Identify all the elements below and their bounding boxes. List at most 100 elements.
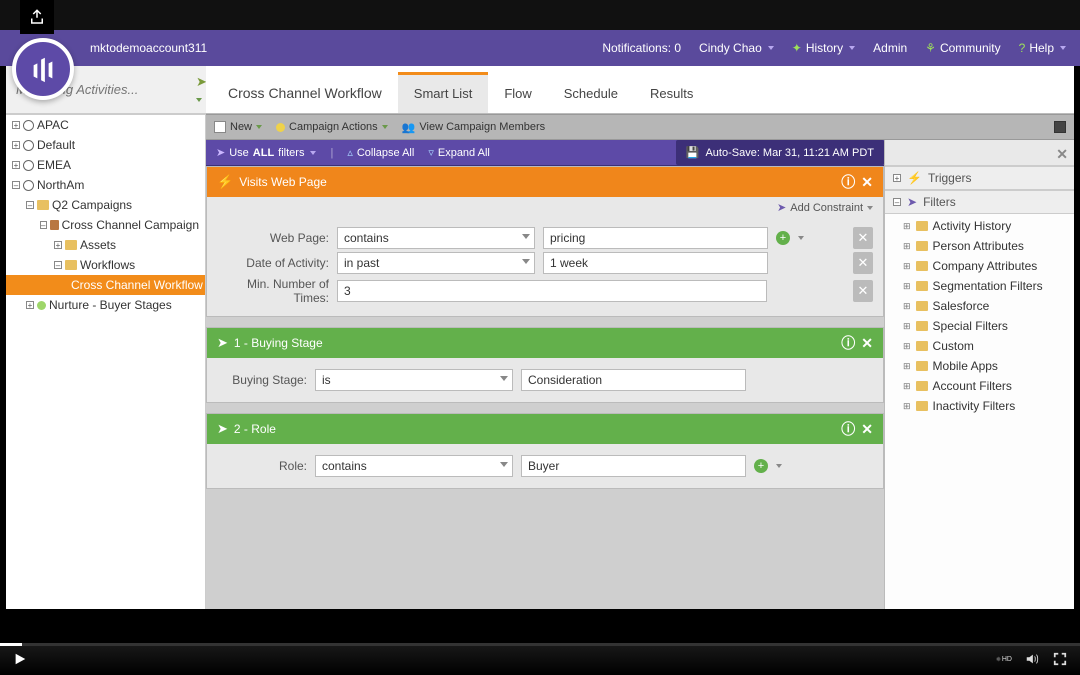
tree-node-apac[interactable]: +APAC	[6, 115, 205, 135]
remove-button[interactable]: ✕	[853, 280, 873, 302]
row-min: Min. Number of Times: 3 ✕	[217, 277, 873, 305]
value-input[interactable]: Consideration	[521, 369, 746, 391]
tree-node-northam[interactable]: –NorthAm	[6, 175, 205, 195]
community-link[interactable]: ⚘Community	[925, 41, 1000, 55]
screen: mktodemoaccount311 Notifications: 0 Cind…	[0, 0, 1080, 675]
operator-select[interactable]: contains	[315, 455, 513, 477]
progress-bar[interactable]	[0, 643, 1080, 646]
value-input[interactable]: Buyer	[521, 455, 746, 477]
tree-node-ccw[interactable]: Cross Channel Workflow	[6, 275, 205, 295]
operator-select[interactable]: in past	[337, 252, 535, 274]
filters-header[interactable]: –➤Filters	[885, 190, 1074, 214]
volume-button[interactable]	[1024, 651, 1040, 667]
expand-all-button[interactable]: ▿Expand All	[428, 146, 490, 159]
tree-node-assets[interactable]: +Assets	[6, 235, 205, 255]
add-constraint-button[interactable]: ➤Add Constraint	[777, 201, 873, 214]
card-header[interactable]: ➤ 1 - Buying Stage ⓘ ✕	[207, 328, 883, 358]
collapse-all-button[interactable]: ▵Collapse All	[347, 146, 414, 159]
tab-schedule[interactable]: Schedule	[548, 72, 634, 113]
user-menu[interactable]: Cindy Chao	[699, 41, 774, 55]
autosave-status: 💾Auto-Save: Mar 31, 11:21 AM PDT	[676, 140, 884, 165]
chevron-down-icon	[776, 464, 782, 468]
chevron-down-icon	[500, 462, 508, 467]
tab-smartlist[interactable]: Smart List	[398, 72, 489, 113]
new-button[interactable]: New	[214, 121, 262, 133]
folder-icon	[916, 341, 928, 351]
help-menu[interactable]: ?Help	[1019, 41, 1066, 55]
history-menu[interactable]: ✦History	[792, 41, 855, 55]
close-button[interactable]: ✕	[861, 174, 873, 191]
notifications[interactable]: Notifications: 0	[602, 41, 681, 55]
rp-item[interactable]: ⊞Company Attributes	[885, 256, 1074, 276]
rp-item[interactable]: ⊞Segmentation Filters	[885, 276, 1074, 296]
operator-select[interactable]: is	[315, 369, 513, 391]
bulb-icon	[276, 123, 285, 132]
label: Buying Stage:	[217, 373, 307, 387]
info-button[interactable]: ⓘ	[841, 419, 855, 439]
campaign-actions-button[interactable]: Campaign Actions	[276, 121, 388, 133]
video-topbar	[0, 0, 1080, 30]
card-header[interactable]: ➤ 2 - Role ⓘ ✕	[207, 414, 883, 444]
fullscreen-button[interactable]	[1052, 651, 1068, 667]
value-input[interactable]: pricing	[543, 227, 768, 249]
folder-icon	[37, 200, 49, 210]
volume-icon	[1025, 652, 1039, 666]
top-header: mktodemoaccount311 Notifications: 0 Cind…	[0, 30, 1080, 66]
folder-icon	[65, 240, 77, 250]
folder-icon	[916, 401, 928, 411]
play-button[interactable]	[12, 651, 28, 667]
tree-node-ccc[interactable]: –Cross Channel Campaign	[6, 215, 205, 235]
card-visits-web-page: ⚡ Visits Web Page ⓘ ✕ ➤Add Constraint	[206, 166, 884, 317]
add-button[interactable]: +	[754, 459, 768, 473]
rp-item[interactable]: ⊞Salesforce	[885, 296, 1074, 316]
close-button[interactable]: ✕	[861, 421, 873, 438]
rp-item[interactable]: ⊞Account Filters	[885, 376, 1074, 396]
admin-link[interactable]: Admin	[873, 41, 907, 55]
tree-node-default[interactable]: +Default	[6, 135, 205, 155]
value-input[interactable]: 3	[337, 280, 767, 302]
close-panel-button[interactable]: ✕	[1056, 146, 1068, 163]
rp-item[interactable]: ⊞Activity History	[885, 216, 1074, 236]
logo-icon	[28, 54, 58, 84]
rp-item[interactable]: ⊞Person Attributes	[885, 236, 1074, 256]
chevron-down-icon	[768, 46, 774, 50]
remove-button[interactable]: ✕	[853, 227, 873, 249]
canvas-col: ➤ Use ALL filters | ▵Collapse All ▿Expan…	[206, 140, 884, 609]
rp-item[interactable]: ⊞Custom	[885, 336, 1074, 356]
operator-select[interactable]: contains	[337, 227, 535, 249]
rp-item[interactable]: ⊞Special Filters	[885, 316, 1074, 336]
rp-item[interactable]: ⊞Inactivity Filters	[885, 396, 1074, 416]
marketo-logo[interactable]	[12, 38, 74, 100]
info-button[interactable]: ⓘ	[841, 172, 855, 192]
tree-node-workflows[interactable]: –Workflows	[6, 255, 205, 275]
canvas: ⚡ Visits Web Page ⓘ ✕ ➤Add Constraint	[206, 166, 884, 609]
use-filters-selector[interactable]: ➤ Use ALL filters	[216, 146, 316, 159]
tab-flow[interactable]: Flow	[488, 72, 547, 113]
tab-results[interactable]: Results	[634, 72, 709, 113]
share-button[interactable]	[20, 0, 54, 34]
folder-icon	[916, 301, 928, 311]
tree-node-emea[interactable]: +EMEA	[6, 155, 205, 175]
fullscreen-icon	[1053, 652, 1067, 666]
view-members-button[interactable]: 👥View Campaign Members	[402, 121, 545, 134]
calendar-button[interactable]	[1054, 121, 1066, 133]
calendar-icon	[1054, 121, 1066, 133]
rp-item[interactable]: ⊞Mobile Apps	[885, 356, 1074, 376]
filterbar: ➤ Use ALL filters | ▵Collapse All ▿Expan…	[206, 140, 884, 166]
page-title: Cross Channel Workflow	[212, 71, 398, 113]
add-button[interactable]: +	[776, 231, 790, 245]
info-button[interactable]: ⓘ	[841, 333, 855, 353]
tree-node-nurture[interactable]: +Nurture - Buyer Stages	[6, 295, 205, 315]
triggers-header[interactable]: +⚡Triggers	[885, 166, 1074, 190]
remove-button[interactable]: ✕	[853, 252, 873, 274]
chevron-down-icon	[522, 259, 530, 264]
filter-icon: ➤	[217, 335, 228, 351]
close-button[interactable]: ✕	[861, 335, 873, 352]
right-panel: ✕ +⚡Triggers –➤Filters ⊞Activity History…	[884, 140, 1074, 609]
value-input[interactable]: 1 week	[543, 252, 768, 274]
card-header[interactable]: ⚡ Visits Web Page ⓘ ✕	[207, 167, 883, 197]
nurture-icon	[37, 301, 46, 310]
right-col: Cross Channel Workflow Smart List Flow S…	[206, 66, 1074, 609]
tree-node-q2[interactable]: –Q2 Campaigns	[6, 195, 205, 215]
settings-button[interactable]: HD	[996, 651, 1012, 667]
